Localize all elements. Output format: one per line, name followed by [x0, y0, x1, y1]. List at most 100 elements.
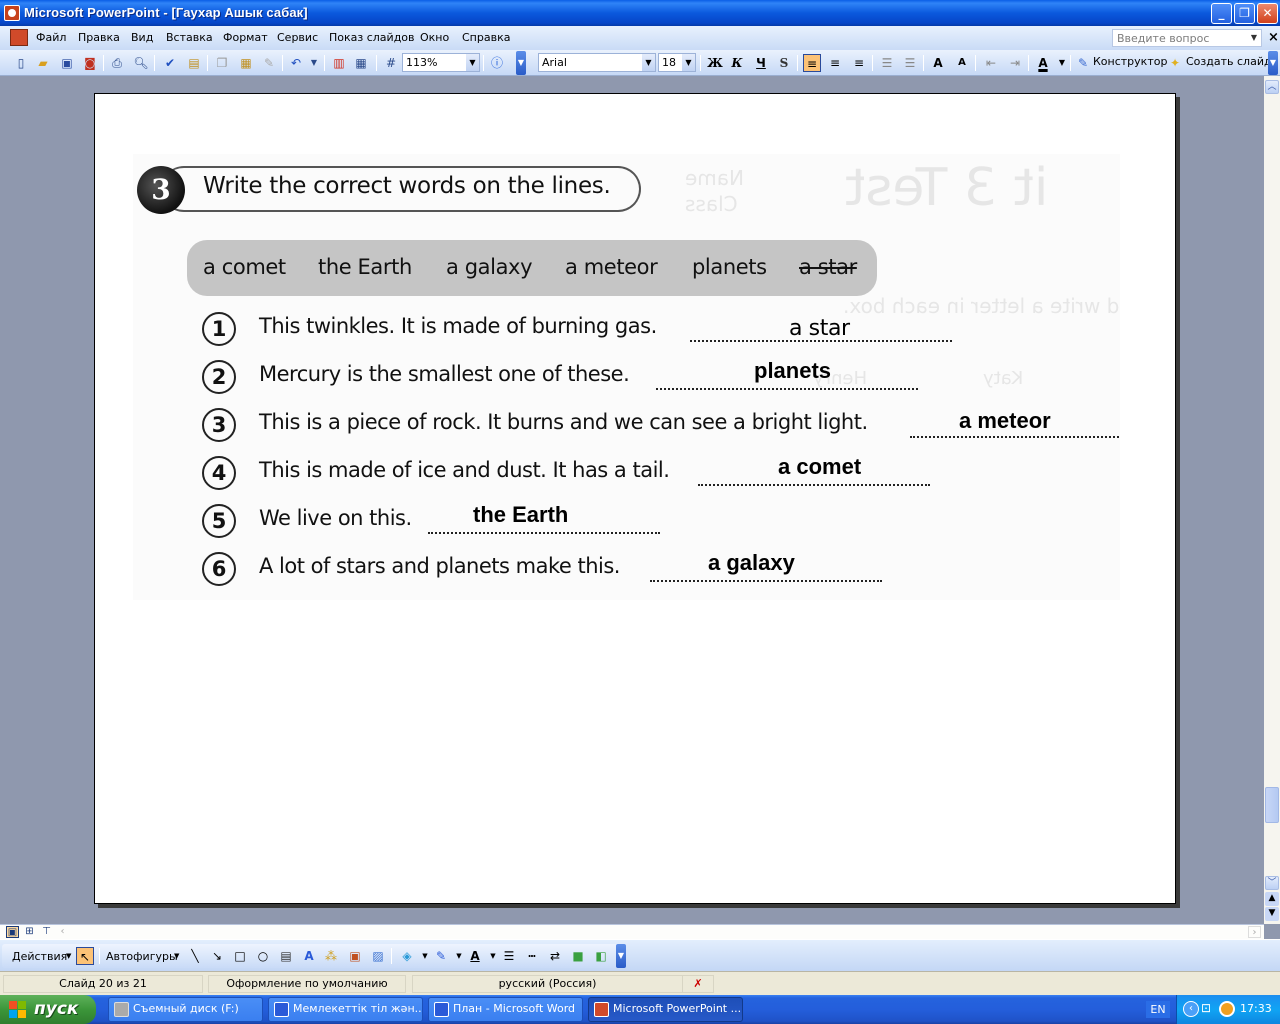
show-hidden-icons-button[interactable]: ‹ — [1183, 1001, 1199, 1017]
clip-art-icon[interactable]: ▣ — [346, 947, 364, 965]
taskbar-item-word-plan[interactable]: План - Microsoft Word — [428, 997, 583, 1022]
align-center-icon[interactable]: ≡ — [826, 54, 844, 72]
dash-style-icon[interactable]: ┅ — [523, 947, 541, 965]
actions-menu[interactable]: Действия — [12, 950, 67, 963]
arrow-icon[interactable]: ↘ — [208, 947, 226, 965]
close-document-icon[interactable]: × — [1268, 30, 1279, 45]
paste-icon[interactable]: ▦ — [237, 54, 255, 72]
rectangle-icon[interactable]: □ — [231, 947, 249, 965]
line-style-icon[interactable]: ☰ — [500, 947, 518, 965]
print-preview-icon[interactable]: 🔍︎ — [132, 54, 150, 72]
open-icon[interactable]: ▰ — [34, 54, 52, 72]
toolbar-options-chevron[interactable]: ▼ — [616, 944, 626, 968]
antivirus-icon[interactable] — [1219, 1001, 1235, 1017]
chart-icon[interactable]: ▥ — [330, 54, 348, 72]
decrease-font-icon[interactable]: A — [953, 54, 971, 72]
menu-window[interactable]: Окно — [420, 31, 449, 44]
fill-color-icon[interactable]: ◈ — [398, 947, 416, 965]
shadow-style-icon[interactable]: ■ — [569, 947, 587, 965]
bullets-icon[interactable]: ☰ — [901, 54, 919, 72]
font-color-icon[interactable]: A — [466, 947, 484, 965]
chevron-down-icon[interactable]: ▼ — [466, 54, 479, 71]
numbering-icon[interactable]: ☰ — [878, 54, 896, 72]
chevron-down-icon[interactable]: ▼ — [642, 54, 655, 71]
italic-button[interactable]: К — [728, 54, 746, 72]
vertical-scrollbar[interactable]: ︿ ﹀ ▲ ▼ — [1264, 76, 1280, 924]
scroll-right-button[interactable]: › — [1248, 926, 1261, 938]
toolbar-options-chevron[interactable]: ▼ — [1268, 51, 1278, 75]
powerpoint-app-icon[interactable] — [4, 5, 20, 21]
copy-icon[interactable]: ❐ — [213, 54, 231, 72]
next-slide-button[interactable]: ▼ — [1265, 907, 1279, 921]
taskbar-item-word-doc[interactable]: Мемлекеттік тіл жән... — [268, 997, 423, 1022]
format-painter-icon[interactable]: ✎ — [260, 54, 278, 72]
help-search-input[interactable]: Введите вопрос ▼ — [1112, 29, 1262, 47]
slide-sorter-icon[interactable]: ⊞ — [23, 926, 36, 938]
decrease-indent-icon[interactable]: ⇤ — [982, 54, 1000, 72]
diagram-icon[interactable]: ⁂ — [322, 947, 340, 965]
close-button[interactable]: ✕ — [1257, 3, 1278, 24]
clock[interactable]: 17:33 — [1240, 1002, 1272, 1015]
grid-icon[interactable]: # — [382, 54, 400, 72]
menu-view[interactable]: Вид — [131, 31, 153, 44]
bold-button[interactable]: Ж — [706, 54, 724, 72]
font-combo[interactable]: Arial ▼ — [538, 53, 656, 72]
scroll-thumb[interactable] — [1265, 787, 1279, 823]
chevron-down-icon[interactable]: ▼ — [1247, 30, 1261, 46]
zoom-combo[interactable]: 113% ▼ — [402, 53, 480, 72]
align-left-icon[interactable]: ≡ — [803, 54, 821, 72]
font-color-icon[interactable]: A — [1034, 54, 1052, 72]
table-icon[interactable]: ▦ — [352, 54, 370, 72]
print-icon[interactable]: ⎙ — [108, 54, 126, 72]
taskbar-item-removable-disk[interactable]: Съемный диск (F:) — [108, 997, 263, 1022]
menu-slideshow[interactable]: Показ слайдов — [329, 31, 415, 44]
new-slide-button[interactable]: Создать слайд — [1186, 55, 1272, 68]
answer-text[interactable]: a galaxy — [708, 550, 795, 576]
chevron-down-icon[interactable]: ▼ — [682, 54, 695, 71]
help-icon[interactable]: ⓘ — [488, 54, 506, 72]
arrow-style-icon[interactable]: ⇄ — [546, 947, 564, 965]
answer-text[interactable]: a comet — [778, 454, 861, 480]
answer-text[interactable]: a meteor — [959, 408, 1051, 434]
wordart-icon[interactable]: A — [300, 947, 318, 965]
start-button[interactable]: пуск — [0, 995, 96, 1024]
save-icon[interactable]: ▣ — [58, 54, 76, 72]
shadow-button[interactable]: S — [775, 54, 793, 72]
menu-help[interactable]: Справка — [462, 31, 510, 44]
insert-picture-icon[interactable]: ▨ — [369, 947, 387, 965]
3d-style-icon[interactable]: ◧ — [592, 947, 610, 965]
line-icon[interactable]: ╲ — [186, 947, 204, 965]
font-color-dropdown-icon[interactable]: ▼ — [1053, 54, 1071, 72]
increase-font-icon[interactable]: A — [929, 54, 947, 72]
research-icon[interactable]: ▤ — [185, 54, 203, 72]
menu-tools[interactable]: Сервис — [277, 31, 318, 44]
minimize-button[interactable]: _ — [1211, 3, 1232, 24]
restore-button[interactable]: ❐ — [1234, 3, 1255, 24]
underline-button[interactable]: Ч — [752, 54, 770, 72]
normal-view-icon[interactable]: ▣ — [6, 926, 19, 938]
menu-edit[interactable]: Правка — [78, 31, 120, 44]
line-color-icon[interactable]: ✎ — [432, 947, 450, 965]
menu-format[interactable]: Формат — [223, 31, 268, 44]
new-slide-icon[interactable]: ✦ — [1166, 54, 1184, 72]
font-size-combo[interactable]: 18 ▼ — [658, 53, 696, 72]
scroll-down-button[interactable]: ﹀ — [1265, 876, 1279, 890]
undo-dropdown-icon[interactable]: ▼ — [305, 54, 323, 72]
select-objects-icon[interactable]: ↖ — [76, 947, 94, 965]
spelling-icon[interactable]: ✔ — [161, 54, 179, 72]
designer-icon[interactable]: ✎ — [1074, 54, 1092, 72]
increase-indent-icon[interactable]: ⇥ — [1006, 54, 1024, 72]
align-right-icon[interactable]: ≡ — [850, 54, 868, 72]
new-icon[interactable]: ▯ — [12, 54, 30, 72]
slideshow-icon[interactable]: ⊤ — [40, 926, 53, 938]
network-icon[interactable]: ⊡ — [1201, 1001, 1217, 1017]
designer-button[interactable]: Конструктор — [1093, 55, 1167, 68]
undo-icon[interactable]: ↶ — [287, 54, 305, 72]
slide-canvas[interactable]: it 3 Test Name Class What are they going… — [94, 93, 1176, 904]
menu-file[interactable]: Файл — [36, 31, 66, 44]
text-box-icon[interactable]: ▤ — [277, 947, 295, 965]
spelling-status-icon[interactable]: ✗ — [682, 975, 714, 993]
autoshapes-menu[interactable]: Автофигуры — [106, 950, 178, 963]
toolbar-options-chevron[interactable]: ▼ — [516, 51, 526, 75]
scroll-left-button[interactable]: ‹ — [56, 926, 69, 938]
